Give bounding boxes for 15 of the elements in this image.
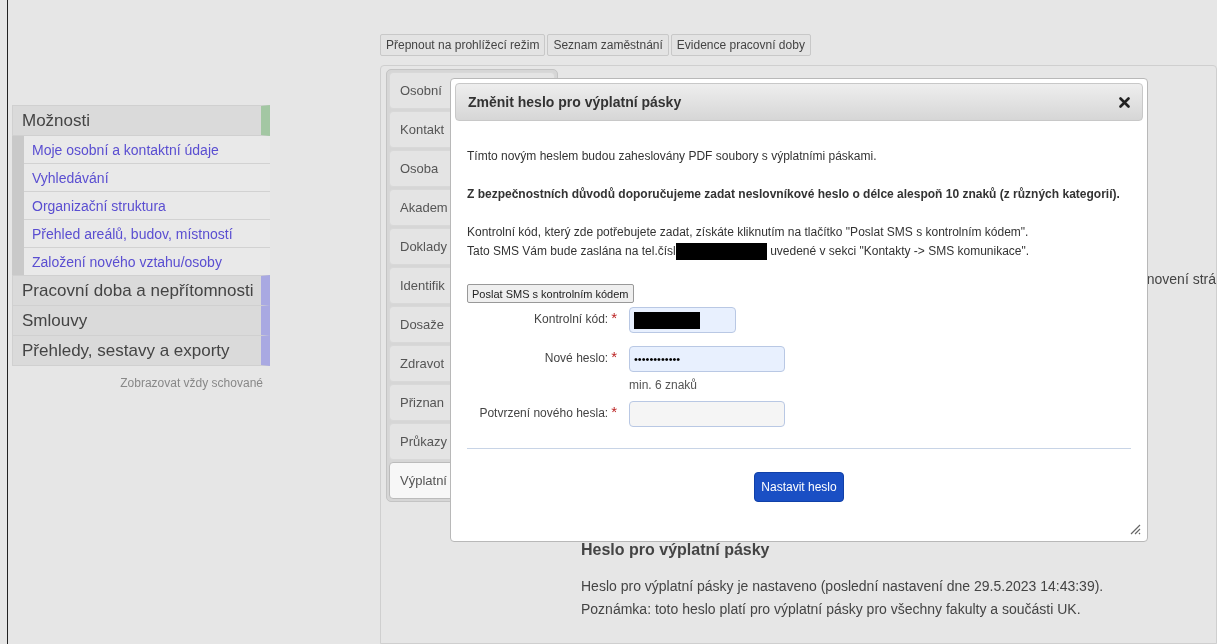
field-hint: min. 6 znaků	[629, 378, 699, 392]
field-label: Nové heslo:	[544, 351, 609, 365]
field-label: Kontrolní kód:	[534, 312, 609, 326]
required-mark: *	[611, 351, 617, 365]
dialog-title: Změnit heslo pro výplatní pásky	[468, 94, 682, 110]
field-label: Potvrzení nového hesla:	[479, 406, 609, 420]
intro-text: Tímto novým heslem budou zaheslovány PDF soubory s výplatními páskami.	[467, 148, 878, 165]
required-mark: *	[611, 312, 617, 326]
status-text: Poznámka: toto heslo platí pro výplatní pásky pro všechny fakulty a součásti UK.	[581, 600, 1082, 619]
warning-text: Z bezpečnostních důvodů doporučujeme zadat neslovníkové heslo o délce alespoň 10 znaků (z různých kategorií).	[467, 186, 1121, 203]
section-heading: Heslo pro výplatní pásky	[581, 541, 771, 559]
page-text: novení strá	[1146, 271, 1216, 287]
required-mark: *	[611, 406, 617, 420]
status-text: Heslo pro výplatní pásky je nastaveno (poslední nastavení dne 29.5.2023 14:43:39).	[581, 577, 1105, 596]
info-text: uvedené v sekci "Kontakty -> SMS komunikace".	[769, 243, 1030, 260]
